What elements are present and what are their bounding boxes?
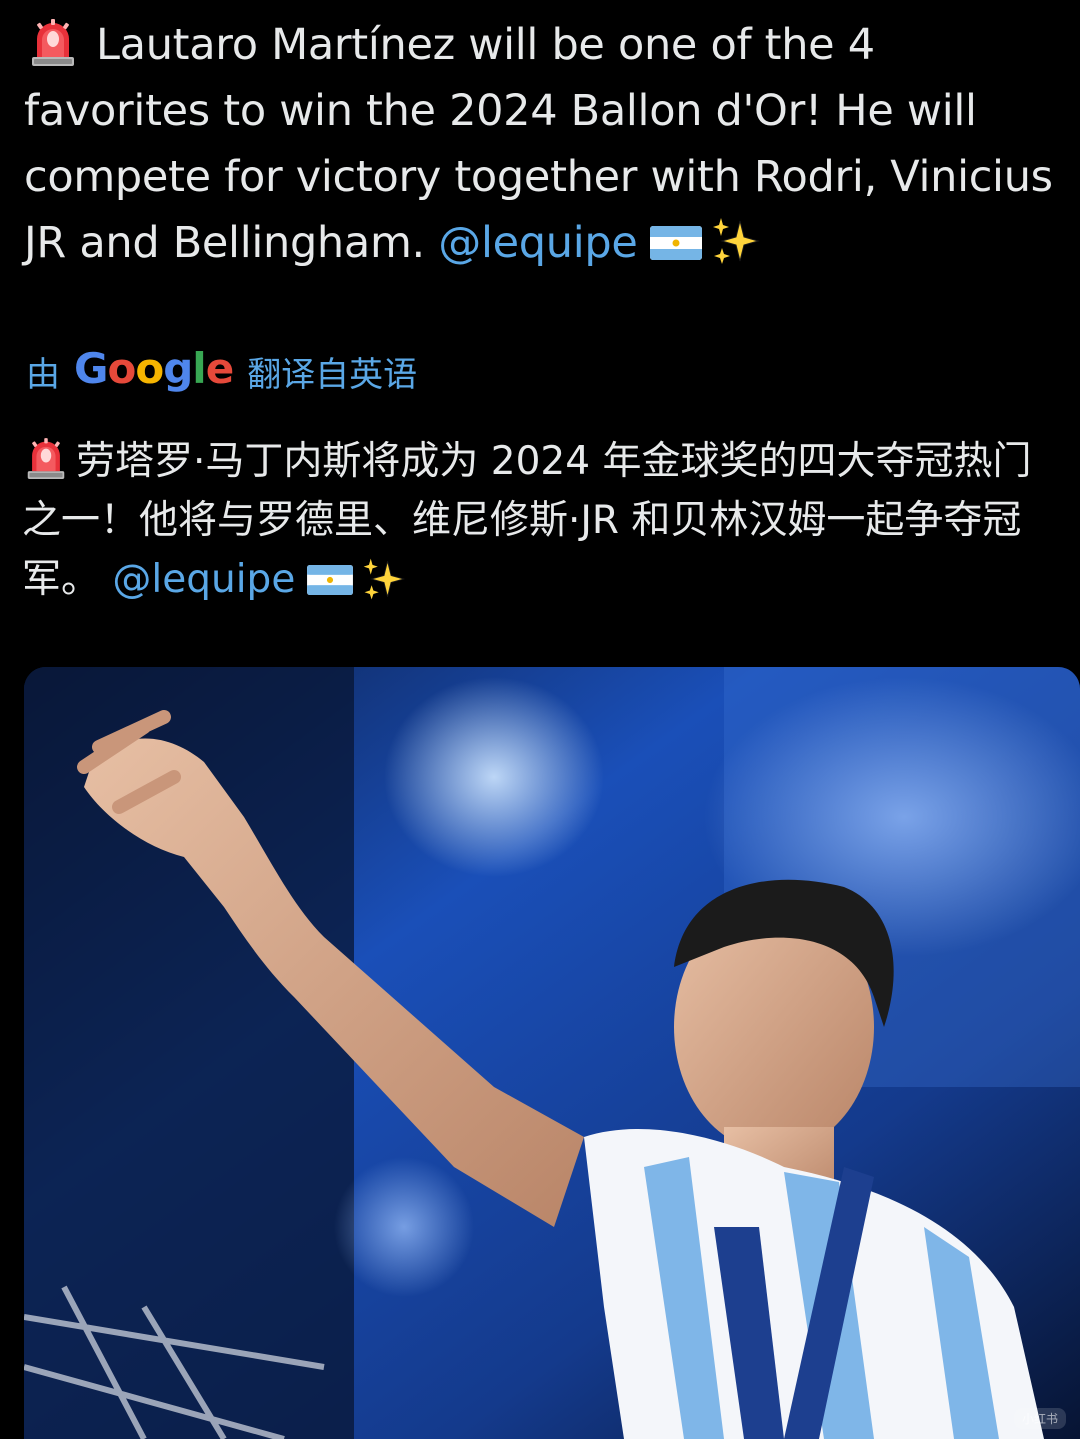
argentina-flag-icon bbox=[307, 565, 354, 595]
sparkles-icon bbox=[710, 215, 762, 267]
watermark: 小红书 bbox=[1013, 1408, 1066, 1429]
police-siren-icon bbox=[26, 438, 66, 480]
police-siren-icon bbox=[30, 19, 76, 67]
tweet-text: Lautaro Martínez will be one of the 4 fa… bbox=[24, 12, 1064, 276]
translated-by-prefix: 由 bbox=[26, 354, 60, 395]
sparkles-icon bbox=[361, 556, 407, 602]
tweet-photo[interactable]: 小红书 bbox=[24, 667, 1080, 1439]
translated-by-suffix: 翻译自英语 bbox=[247, 354, 418, 395]
mention-link[interactable]: @lequipe bbox=[438, 218, 638, 268]
translated-by-google[interactable]: 由 Google 翻译自英语 bbox=[26, 338, 417, 404]
google-logo: Google bbox=[74, 343, 234, 393]
player-photo-illustration bbox=[24, 667, 1080, 1439]
argentina-flag-icon bbox=[649, 226, 702, 260]
mention-link[interactable]: @lequipe bbox=[112, 557, 295, 602]
translated-text: 劳塔罗·马丁内斯将成为 2024 年金球奖的四大夺冠热门之一！他将与罗德里、维尼… bbox=[22, 432, 1067, 609]
